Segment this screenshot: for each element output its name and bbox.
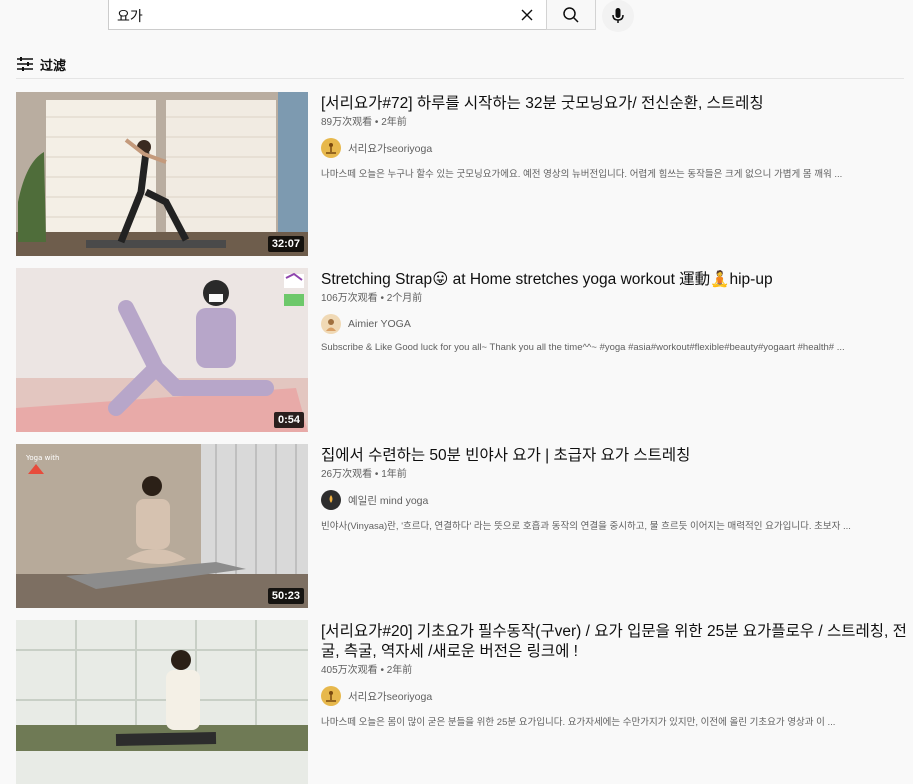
top-bar: 요가 [0, 0, 913, 36]
video-result[interactable]: 32:07 [서리요가#72] 하루를 시작하는 32분 굿모닝요가/ 전신순환… [16, 92, 913, 256]
channel-avatar[interactable] [321, 490, 341, 510]
divider [16, 78, 904, 79]
candle-avatar-icon [329, 495, 333, 503]
view-count: 26万次观看 [321, 469, 373, 480]
video-title[interactable]: [서리요가#72] 하루를 시작하는 32분 굿모닝요가/ 전신순환, 스트레칭 [321, 94, 911, 114]
view-count: 89万次观看 [321, 117, 373, 128]
microphone-icon [612, 8, 624, 23]
channel-link[interactable]: 예일린 mind yoga [321, 490, 911, 510]
video-result[interactable]: 0:54 Stretching Strap😛 at Home stretches… [16, 268, 913, 432]
video-meta: 89万次观看 • 2年前 [321, 117, 407, 128]
video-duration: 50:23 [267, 588, 304, 604]
close-icon [521, 9, 533, 21]
clear-search-button[interactable] [516, 4, 538, 26]
channel-name[interactable]: Aimier YOGA [348, 318, 411, 330]
video-thumbnail[interactable] [16, 620, 308, 784]
video-meta: 405万次观看 • 2年前 [321, 665, 413, 676]
upload-age: 1年前 [381, 469, 407, 480]
video-thumbnail[interactable]: 0:54 [16, 268, 308, 432]
video-duration: 0:54 [273, 412, 304, 428]
channel-name[interactable]: 서리요가seoriyoga [348, 689, 432, 704]
video-meta: 26万次观看 • 1年前 [321, 469, 407, 480]
video-description: 나마스떼 오늘은 몸이 많이 굳은 분들을 위한 25분 요가입니다. 요가자세… [321, 717, 836, 728]
video-title[interactable]: Stretching Strap😛 at Home stretches yoga… [321, 270, 911, 290]
filter-sliders-icon [17, 57, 33, 71]
view-count: 405万次观看 [321, 665, 378, 676]
channel-name[interactable]: 서리요가seoriyoga [348, 141, 432, 156]
video-result[interactable]: Yoga with 50:23 집에서 수련하는 50분 빈야사 요가 | 초급… [16, 444, 913, 608]
video-description: 나마스떼 오늘은 누구나 할수 있는 굿모닝요가에요. 예전 영상의 뉴버전입니… [321, 169, 843, 180]
channel-avatar[interactable] [321, 686, 341, 706]
yoga-figure-icon [326, 143, 336, 154]
yoga-figure-icon [326, 691, 336, 702]
upload-age: 2年前 [386, 665, 413, 676]
video-meta: 106万次观看 • 2个月前 [321, 293, 423, 304]
channel-avatar[interactable] [321, 314, 341, 334]
channel-name[interactable]: 예일린 mind yoga [348, 493, 428, 508]
upload-age: 2年前 [381, 117, 407, 128]
video-description: 빈야사(Vinyasa)란, '흐르다, 연결하다' 라는 뜻으로 호흡과 동작… [321, 521, 851, 532]
search-button[interactable] [546, 0, 596, 30]
voice-search-button[interactable] [602, 0, 634, 32]
video-thumbnail[interactable]: Yoga with 50:23 [16, 444, 308, 608]
video-duration: 32:07 [267, 236, 304, 252]
search-input[interactable]: 요가 [108, 0, 546, 30]
channel-link[interactable]: Aimier YOGA [321, 314, 911, 334]
channel-avatar[interactable] [321, 138, 341, 158]
channel-link[interactable]: 서리요가seoriyoga [321, 686, 911, 706]
video-result[interactable]: [서리요가#20] 기초요가 필수동작(구ver) / 요가 입문을 위한 25… [16, 620, 913, 784]
video-thumbnail[interactable]: 32:07 [16, 92, 308, 256]
channel-link[interactable]: 서리요가seoriyoga [321, 138, 911, 158]
person-avatar-icon [326, 319, 336, 331]
video-title[interactable]: [서리요가#20] 기초요가 필수동작(구ver) / 요가 입문을 위한 25… [321, 622, 911, 662]
search-icon [563, 6, 579, 23]
video-title[interactable]: 집에서 수련하는 50분 빈야사 요가 | 초급자 요가 스트레칭 [321, 446, 911, 466]
upload-age: 2个月前 [386, 293, 423, 304]
video-description: Subscribe & Like Good luck for you all~ … [321, 342, 845, 353]
filter-button[interactable]: 过滤 [16, 52, 66, 76]
filter-label: 过滤 [40, 57, 67, 73]
view-count: 106万次观看 [321, 293, 378, 304]
search-query[interactable]: 요가 [117, 6, 143, 26]
svg-text:Yoga with: Yoga with [25, 454, 59, 462]
